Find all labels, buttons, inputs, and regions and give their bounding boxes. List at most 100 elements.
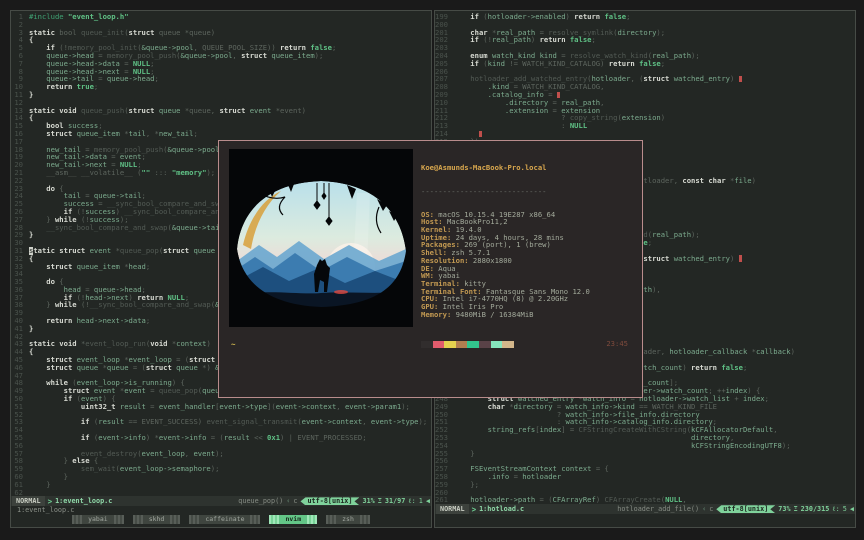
code-token: false [721,364,743,372]
code-token: ) [531,36,540,44]
tmux-tab-yabai[interactable]: yabai [72,515,124,524]
code-token: result [120,403,150,411]
color-swatch [456,341,468,348]
cursor-column: 5 [843,505,847,513]
floating-terminal-window[interactable]: Koe@Asmunds-MacBook-Pro.local ----------… [218,140,643,398]
code-token: , [336,403,345,411]
code-token: queue [77,364,103,372]
code-token: ), [652,286,661,294]
code-token: &queue->tail [172,224,224,232]
code-token: return [574,13,604,21]
code-line: 261 hotloader->path = (CFArrayRef) CFArr… [435,496,855,504]
code-token: } [29,91,33,99]
code-token: uint32_t [29,403,120,411]
code-token: static void [29,340,81,348]
neofetch-fields: OS: macOS 10.15.4 19E287 x86_64Host: Mac… [421,211,590,319]
code-token: if [453,60,483,68]
code-token: tail [129,130,146,138]
code-token: , * [146,130,159,138]
code-token: queue_push [81,107,124,115]
code-token: struct [241,52,271,60]
encoding-badge: utf-8[unix] [300,497,359,505]
code-token: event_loop [142,450,185,458]
tmux-tab-nvim[interactable]: nvim [269,515,317,524]
code-token: } [29,481,51,489]
code-token: 0x1 [267,434,280,442]
lines-icon: Ξ [378,497,382,505]
separator-icon: ‹ [286,497,290,505]
code-token: } [29,231,33,239]
code-token: struct [146,364,176,372]
chevron-icon: > [472,505,477,514]
code-token: ) [791,348,795,356]
red-marker [739,255,743,261]
desktop: 1#include "event_loop.h"23static bool qu… [0,0,864,540]
code-token: ) | EVENT_PROCESSED; [280,434,367,442]
code-line: 55 if (event->info) *event->info = (resu… [11,434,431,442]
code-token: event [250,107,276,115]
code-token: ; [142,153,146,161]
code-token: ); [211,465,220,473]
code-token: event_signal_transmit [206,418,297,426]
tab-edge [170,515,180,524]
code-token: NULL [665,496,682,504]
code-token: "memory" [172,169,207,177]
code-token: event [90,247,116,255]
code-token: = [150,403,159,411]
code-line: 60 } [11,473,431,481]
code-token: result [224,434,254,442]
code-token: = ( [133,364,146,372]
tab-edge [133,515,143,524]
triangle-icon: ◀ [426,497,430,505]
code-token: &queue->pool [168,146,220,154]
code-token: extension [622,114,661,122]
shell-prompt[interactable]: ~ [231,340,236,349]
code-token: CFArrayCreate [604,496,660,504]
code-token: struct [643,255,673,263]
code-token: ; [193,130,197,138]
color-swatch [433,341,445,348]
code-token: *) [202,364,215,372]
code-line: 11} [11,91,431,99]
code-token: queue_item [77,130,125,138]
code-token: __asm__ __volatile__ ( [29,169,142,177]
code-token: false [604,13,626,21]
code-token: real_path [652,231,691,239]
code-token: event [124,387,150,395]
line-icon: ℓ: [408,497,415,505]
tmux-tab-skhd[interactable]: skhd [133,515,181,524]
code-token: *event) [276,107,306,115]
color-swatch [421,341,433,348]
code-line: 62 [11,489,431,497]
code-token: == EVENT_SUCCESS) [129,418,207,426]
code-token: struct [129,29,159,37]
code-token: = { [596,465,609,473]
code-token: ; [146,263,150,271]
tmux-tab-zsh[interactable]: zsh [326,515,370,524]
code-token: ) [566,13,575,21]
code-token: ) [661,114,665,122]
code-line: 1#include "event_loop.h" [11,13,431,21]
code-token: if [453,13,483,21]
code-token: while [55,301,81,309]
terminal-color-palette [421,341,590,348]
neofetch-title: Koe@Asmunds-MacBook-Pro.local [421,164,590,172]
tmux-tab-caffeinate[interactable]: caffeinate [189,515,260,524]
statusline-right: NORMAL > 1:hotload.c hotloader_add_file(… [435,504,855,514]
code-token: queue_init [81,29,124,37]
code-token: ) [730,75,739,83]
code-line: 53 if (result == EVENT_SUCCESS) event_si… [11,418,431,426]
code-token: true [77,83,94,91]
lines-icon: Ξ [794,505,798,513]
code-token: = [150,387,159,395]
code-token: hotloader->enabled [488,13,566,21]
color-swatch [444,341,456,348]
code-token: directory [617,29,656,37]
code-token: ]( [267,403,276,411]
code-token: } [29,301,55,309]
code-token: = ( [540,496,553,504]
code-token: ; [743,364,747,372]
code-token: file [734,177,751,185]
code-line: 61 } [11,481,431,489]
cursor-position: 31/97 [385,497,405,505]
